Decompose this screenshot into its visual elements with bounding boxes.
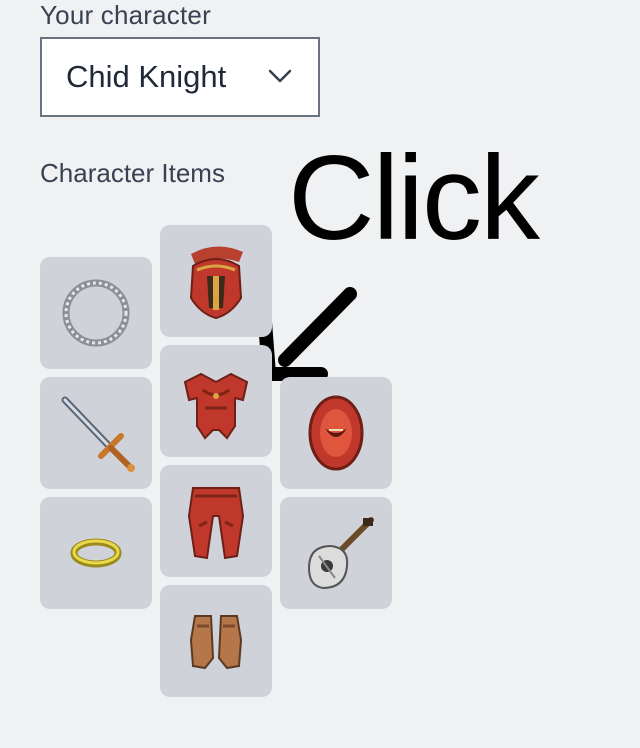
character-select[interactable]: Chid Knight (40, 37, 320, 117)
sword-icon (61, 396, 135, 472)
chevron-down-icon (268, 69, 292, 83)
weapon-slot[interactable] (40, 377, 152, 489)
accessory-slot[interactable] (40, 497, 152, 609)
items-heading: Character Items (40, 158, 225, 188)
legs-icon (187, 487, 245, 560)
click-annotation: Click (288, 131, 540, 265)
shield-icon (308, 395, 364, 471)
character-select-value: Chid Knight (66, 59, 227, 94)
offhand-slot[interactable] (280, 497, 392, 609)
character-label: Your character (40, 0, 211, 30)
armor-icon (183, 372, 249, 440)
helmet-icon (189, 246, 243, 320)
ring-slot[interactable] (40, 257, 152, 369)
silver-ring-icon (62, 279, 130, 347)
gold-ring-icon (70, 538, 122, 568)
shield-slot[interactable] (280, 377, 392, 489)
boots-slot[interactable] (160, 585, 272, 697)
boots-icon (189, 615, 243, 670)
armor-slot[interactable] (160, 345, 272, 457)
instrument-icon (307, 517, 374, 590)
helmet-slot[interactable] (160, 225, 272, 337)
legs-slot[interactable] (160, 465, 272, 577)
